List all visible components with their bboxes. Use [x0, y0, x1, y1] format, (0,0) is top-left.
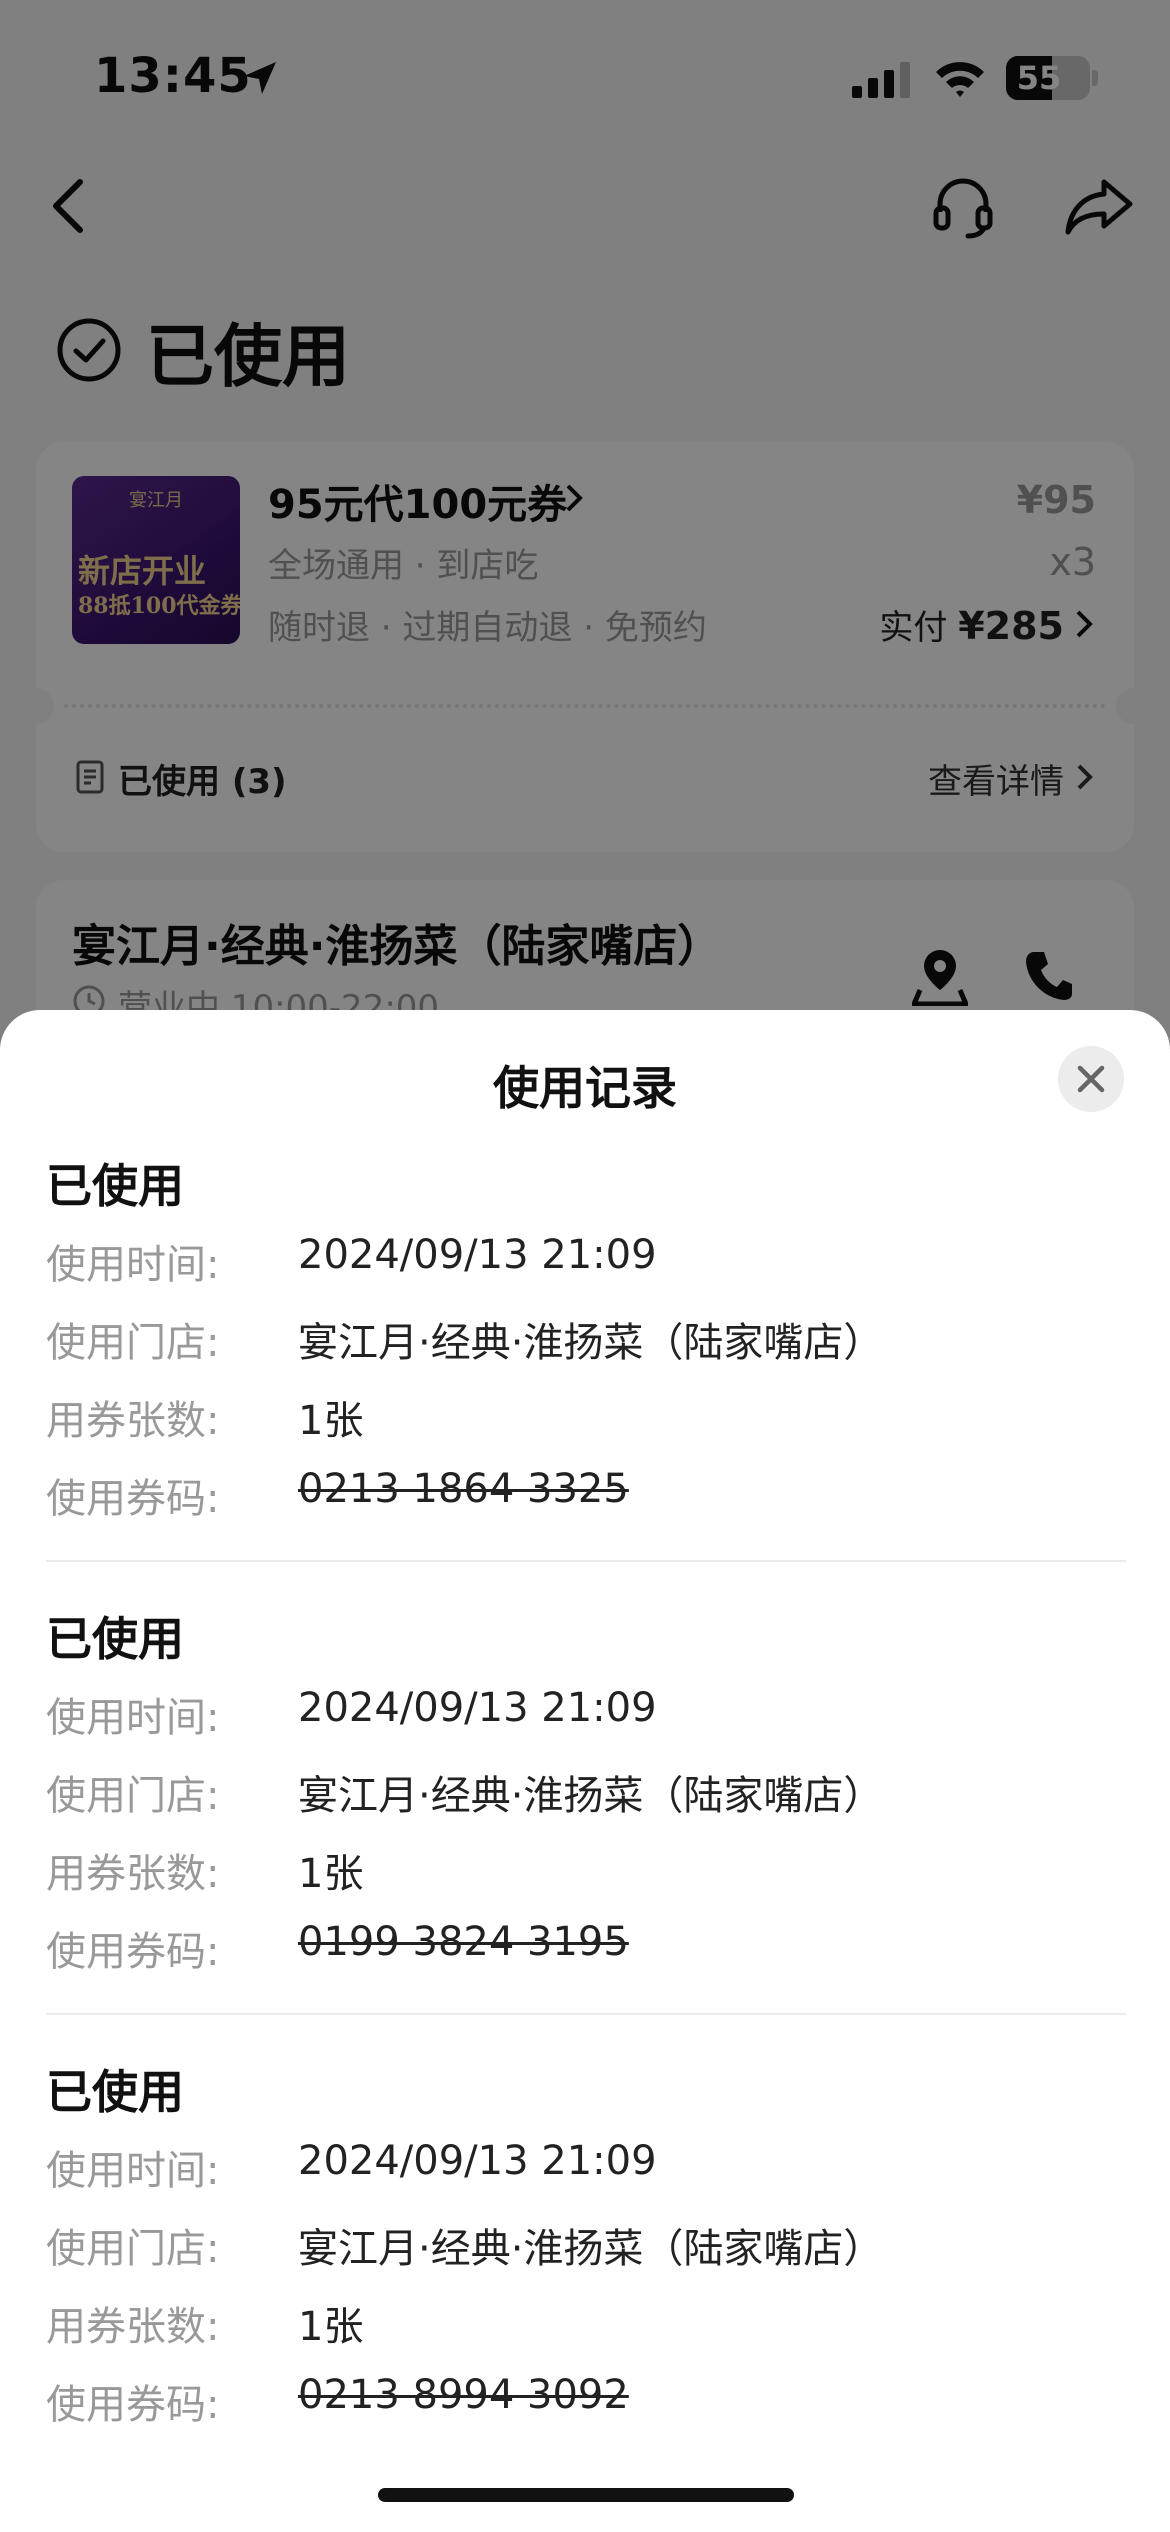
usage-count-label: 用券张数:: [46, 2304, 220, 2350]
usage-store-value: 宴江月·经典·淮扬菜（陆家嘴店）: [298, 1320, 884, 1366]
sheet-title: 使用记录: [493, 1061, 677, 1115]
usage-time-value: 2024/09/13 21:09: [298, 2138, 657, 2184]
usage-record: 已使用 使用时间: 2024/09/13 21:09 使用门店: 宴江月·经典·…: [0, 1603, 1170, 2055]
record-status: 已使用: [46, 1612, 184, 1666]
usage-code-value: 0199 3824 3195: [298, 1919, 629, 1965]
usage-count-label: 用券张数:: [46, 1851, 220, 1897]
usage-code-label: 使用券码:: [46, 1929, 220, 1975]
usage-count-value: 1张: [298, 2304, 364, 2350]
usage-time-label: 使用时间:: [46, 2148, 220, 2194]
usage-record: 已使用 使用时间: 2024/09/13 21:09 使用门店: 宴江月·经典·…: [0, 1150, 1170, 1602]
usage-store-label: 使用门店:: [46, 1320, 220, 1366]
record-status: 已使用: [46, 1159, 184, 1213]
close-button[interactable]: [1058, 1046, 1124, 1112]
usage-time-value: 2024/09/13 21:09: [298, 1685, 657, 1731]
usage-store-label: 使用门店:: [46, 2226, 220, 2272]
record-status: 已使用: [46, 2065, 184, 2119]
home-indicator[interactable]: [378, 2488, 794, 2502]
usage-store-label: 使用门店:: [46, 1773, 220, 1819]
usage-code-label: 使用券码:: [46, 2382, 220, 2428]
usage-code-value: 0213 8994 3092: [298, 2372, 629, 2418]
usage-store-value: 宴江月·经典·淮扬菜（陆家嘴店）: [298, 1773, 884, 1819]
usage-code-value: 0213 1864 3325: [298, 1466, 629, 1512]
usage-count-value: 1张: [298, 1398, 364, 1444]
usage-time-value: 2024/09/13 21:09: [298, 1232, 657, 1278]
usage-time-label: 使用时间:: [46, 1695, 220, 1741]
usage-code-label: 使用券码:: [46, 1476, 220, 1522]
record-divider: [46, 2013, 1126, 2015]
usage-count-value: 1张: [298, 1851, 364, 1897]
usage-record-sheet: 使用记录 已使用 使用时间: 2024/09/13 21:09 使用门店: 宴江…: [0, 1010, 1170, 2532]
usage-time-label: 使用时间:: [46, 1242, 220, 1288]
usage-store-value: 宴江月·经典·淮扬菜（陆家嘴店）: [298, 2226, 884, 2272]
record-divider: [46, 1560, 1126, 1562]
usage-count-label: 用券张数:: [46, 1398, 220, 1444]
usage-record: 已使用 使用时间: 2024/09/13 21:09 使用门店: 宴江月·经典·…: [0, 2056, 1170, 2508]
close-icon: [1077, 1065, 1105, 1093]
